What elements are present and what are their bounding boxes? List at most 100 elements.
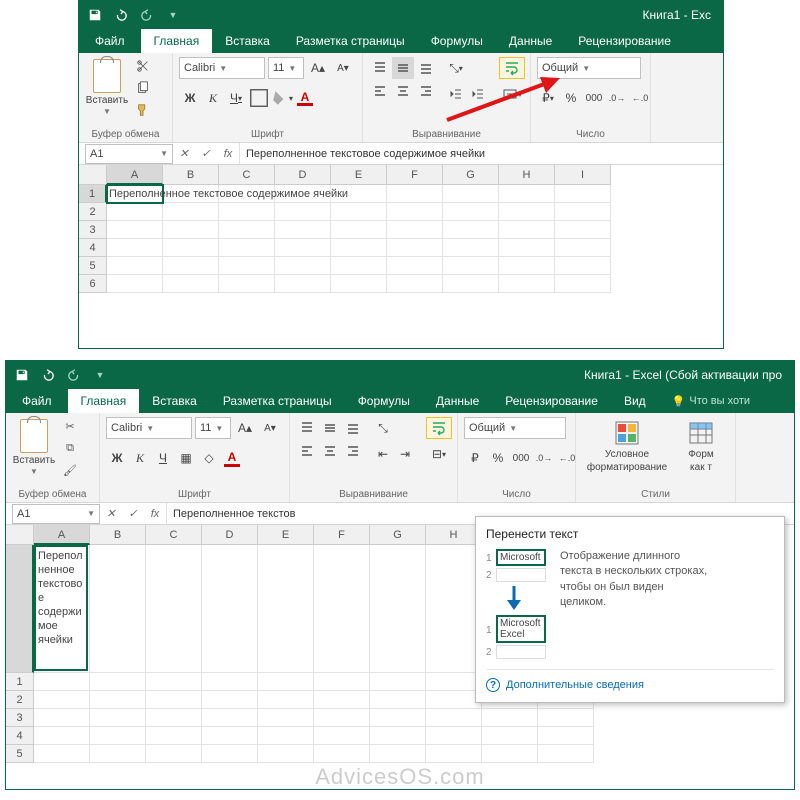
redo-icon[interactable] — [135, 4, 159, 26]
cell[interactable] — [538, 727, 594, 745]
cell[interactable] — [34, 727, 90, 745]
cell[interactable] — [426, 691, 482, 709]
cell[interactable] — [107, 275, 163, 293]
cell[interactable] — [555, 221, 611, 239]
cell[interactable] — [314, 673, 370, 691]
tell-me-input[interactable]: 💡Что вы хоти — [659, 389, 763, 413]
cut-icon[interactable]: ✂ — [60, 417, 80, 435]
cell[interactable] — [499, 239, 555, 257]
percent-icon[interactable]: % — [487, 447, 509, 469]
cell[interactable] — [538, 709, 594, 727]
cell[interactable] — [387, 239, 443, 257]
decrease-decimal-icon[interactable]: ←.0 — [556, 447, 578, 469]
cell[interactable] — [34, 691, 90, 709]
col-header[interactable]: E — [258, 525, 314, 545]
cell[interactable] — [163, 257, 219, 275]
name-box[interactable]: A1▼ — [12, 504, 100, 524]
underline-button[interactable]: Ч▾ — [225, 87, 247, 109]
cell[interactable] — [387, 185, 443, 203]
cell[interactable] — [426, 745, 482, 763]
cell[interactable] — [107, 203, 163, 221]
increase-indent-icon[interactable]: ⇥ — [394, 443, 416, 465]
col-header[interactable]: G — [443, 165, 499, 185]
cell[interactable] — [34, 709, 90, 727]
cell[interactable] — [275, 275, 331, 293]
col-header[interactable]: D — [202, 525, 258, 545]
paste-button[interactable]: Вставить ▼ — [85, 57, 129, 123]
row-header[interactable]: 5 — [6, 745, 34, 763]
increase-decimal-icon[interactable]: .0→ — [533, 447, 555, 469]
cell[interactable] — [275, 239, 331, 257]
orientation-icon[interactable]: ⤡ — [372, 417, 394, 439]
conditional-formatting-button[interactable]: Условное форматирование — [582, 417, 672, 483]
cell[interactable] — [258, 673, 314, 691]
cell[interactable] — [146, 709, 202, 727]
cell[interactable] — [275, 221, 331, 239]
italic-button[interactable]: К — [129, 447, 151, 469]
tab-view[interactable]: Вид — [611, 389, 659, 413]
cell[interactable] — [107, 221, 163, 239]
align-left-icon[interactable] — [296, 440, 318, 462]
format-as-table-button[interactable]: Форм как т — [676, 417, 726, 483]
undo-icon[interactable] — [109, 4, 133, 26]
decrease-decimal-icon[interactable]: ←.0 — [629, 87, 651, 109]
tab-file[interactable]: Файл — [6, 389, 68, 413]
font-name-dropdown[interactable]: Calibri▼ — [179, 57, 265, 79]
align-center-icon[interactable] — [392, 80, 414, 102]
qat-customize-icon[interactable]: ▼ — [88, 364, 112, 386]
copy-icon[interactable]: ⧉ — [60, 439, 80, 457]
row-header[interactable]: 5 — [79, 257, 107, 275]
cell[interactable] — [90, 727, 146, 745]
font-color-icon[interactable]: A — [221, 447, 243, 469]
decrease-font-icon[interactable]: A▾ — [259, 417, 281, 439]
comma-icon[interactable]: 000 — [510, 447, 532, 469]
tab-home[interactable]: Главная — [141, 29, 213, 53]
row-header[interactable]: 4 — [79, 239, 107, 257]
row-header[interactable]: 6 — [79, 275, 107, 293]
row-header[interactable]: 4 — [6, 727, 34, 745]
cell[interactable] — [387, 203, 443, 221]
comma-icon[interactable]: 000 — [583, 87, 605, 109]
copy-icon[interactable] — [133, 79, 153, 97]
tab-file[interactable]: Файл — [79, 29, 141, 53]
cell[interactable]: Переполненное текстовое содержимое ячейк… — [107, 185, 163, 203]
cell[interactable] — [90, 745, 146, 763]
cell[interactable] — [555, 239, 611, 257]
cell[interactable] — [34, 745, 90, 763]
cell[interactable] — [499, 185, 555, 203]
underline-button[interactable]: Ч — [152, 447, 174, 469]
row-header[interactable]: 1 — [6, 673, 34, 691]
cell[interactable] — [258, 709, 314, 727]
cell[interactable] — [331, 275, 387, 293]
fx-icon[interactable]: fx — [144, 508, 166, 520]
cell[interactable] — [314, 727, 370, 745]
font-size-dropdown[interactable]: 11▼ — [195, 417, 231, 439]
tab-data[interactable]: Данные — [423, 389, 492, 413]
col-header[interactable]: G — [370, 525, 426, 545]
cell[interactable] — [146, 691, 202, 709]
col-header[interactable]: H — [426, 525, 482, 545]
paste-button[interactable]: Вставить▼ — [12, 417, 56, 483]
increase-font-icon[interactable]: A▴ — [234, 417, 256, 439]
align-top-icon[interactable] — [369, 57, 391, 79]
redo-icon[interactable] — [62, 364, 86, 386]
cell[interactable] — [90, 673, 146, 691]
cell[interactable] — [107, 257, 163, 275]
cell[interactable] — [146, 727, 202, 745]
cell-a1-wrapped[interactable]: Переполненноетекстовоесодержимоеячейки — [34, 545, 88, 671]
cell[interactable] — [314, 745, 370, 763]
formula-input[interactable]: Переполненное текстовое содержимое ячейк… — [239, 143, 723, 164]
tab-insert[interactable]: Вставка — [139, 389, 210, 413]
spreadsheet-grid[interactable]: A B C D E F G H I 1Переполненное текстов… — [79, 165, 723, 317]
decrease-font-icon[interactable]: A▾ — [332, 57, 354, 79]
name-box[interactable]: A1▼ — [85, 144, 173, 164]
cancel-icon[interactable]: ✕ — [100, 507, 122, 520]
cell[interactable] — [443, 185, 499, 203]
align-top-icon[interactable] — [296, 417, 318, 439]
align-bottom-icon[interactable] — [415, 57, 437, 79]
format-painter-icon[interactable]: 🖌 — [60, 461, 80, 479]
align-left-icon[interactable] — [369, 80, 391, 102]
cell[interactable] — [219, 275, 275, 293]
align-bottom-icon[interactable] — [342, 417, 364, 439]
merge-center-button[interactable]: ⊟▾ — [426, 443, 452, 465]
